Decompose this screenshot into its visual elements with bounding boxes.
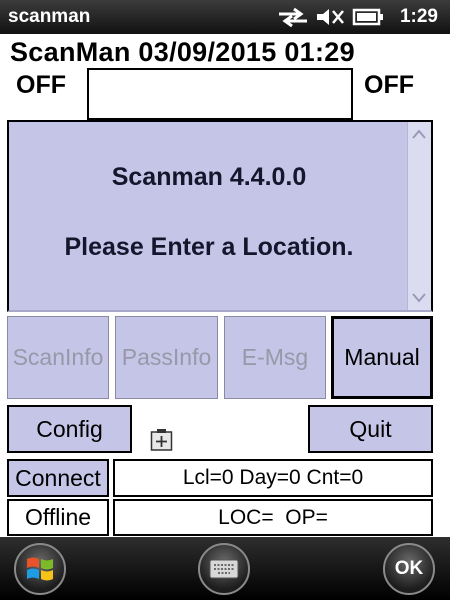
left-status-label: OFF [16,71,66,99]
keyboard-icon [209,559,239,579]
message-panel: Scanman 4.4.0.0 Please Enter a Location. [7,120,433,312]
connect-button[interactable]: Connect [7,459,109,497]
manual-button[interactable]: Manual [331,316,433,399]
scaninfo-button[interactable]: ScanInfo [7,316,109,399]
speaker-muted-icon[interactable] [315,6,345,28]
network-arrows-icon[interactable] [276,6,310,28]
version-text: Scanman 4.4.0.0 [111,163,307,191]
start-button[interactable] [14,543,66,595]
scan-input[interactable] [87,68,353,120]
right-status-label: OFF [364,71,414,99]
clock: 1:29 [399,6,438,27]
scroll-up-icon[interactable] [411,128,427,140]
battery-icon[interactable] [351,6,385,28]
header-title: ScanMan 03/09/2015 01:29 [10,37,355,67]
windows-start-icon [27,557,53,581]
passinfo-button[interactable]: PassInfo [115,316,218,399]
scrollbar[interactable] [407,122,431,310]
quit-button[interactable]: Quit [308,405,433,453]
location-operator-display: LOC= OP= [113,499,433,536]
offline-button[interactable]: Offline [7,499,109,536]
input-panel-icon[interactable] [150,428,173,452]
prompt-message: Please Enter a Location. [64,233,354,261]
keyboard-button[interactable] [198,543,250,595]
emsg-button[interactable]: E-Msg [224,316,326,399]
scroll-down-icon[interactable] [411,292,427,304]
counts-display: Lcl=0 Day=0 Cnt=0 [113,459,433,497]
config-button[interactable]: Config [7,405,132,453]
app-title: scanman [8,6,91,27]
ok-label: OK [394,558,424,579]
ok-button[interactable]: OK [383,543,435,595]
